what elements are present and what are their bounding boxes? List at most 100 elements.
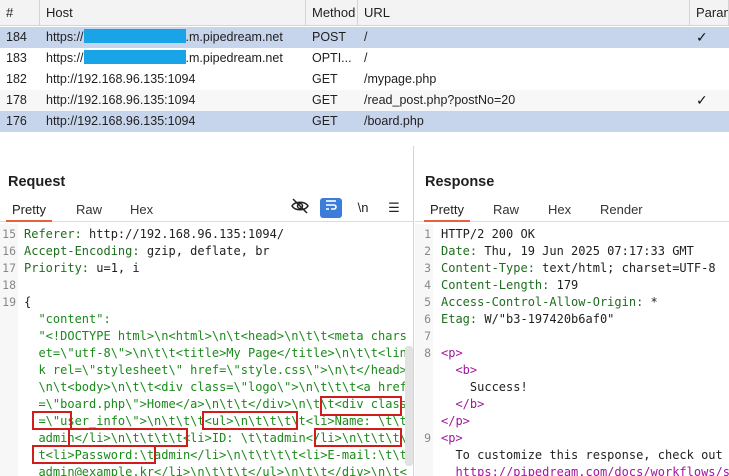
code-line: Referer: http://192.168.96.135:1094/ [24,227,285,241]
line-number: 1 [424,227,431,241]
tab-raw[interactable]: Raw [487,202,525,222]
row-params: ✓ [690,27,729,48]
line-number [0,362,16,379]
row-url: / [364,30,368,44]
code-line: To customize this response, check out ou [441,448,729,462]
line-number [0,430,16,447]
line-number [415,362,431,379]
column-header-params[interactable]: Params [690,0,729,26]
row-url: /mypage.php [364,72,437,86]
row-host: https://.m.pipedream.net [46,29,283,44]
highlight-email-value [32,445,156,464]
code-line: Access-Control-Allow-Origin: * [441,295,658,309]
highlight-id [202,411,298,430]
line-number [415,447,431,464]
code-line: <p> [441,346,463,360]
code-line: <p> [441,431,463,445]
code-line: HTTP/2 200 OK [441,227,535,241]
line-number [0,328,16,345]
line-number: 8 [424,346,431,360]
line-number: 7 [424,329,431,343]
code-line: "<!DOCTYPE html>\n<html>\n\t<head>\n\t\t… [24,329,407,343]
row-id: 176 [6,114,27,128]
eye-off-icon[interactable] [289,198,311,218]
row-id: 183 [6,51,27,65]
row-id: 178 [6,93,27,107]
request-editor[interactable]: 15 Referer: http://192.168.96.135:1094/16… [0,224,413,476]
code-line: Date: Thu, 19 Jun 2025 07:17:33 GMT [441,244,694,258]
code-line: </p> [441,414,470,428]
table-row[interactable]: 176 http://192.168.96.135:1094 GET /boar… [0,111,729,132]
row-method: GET [312,72,338,86]
line-number [415,396,431,413]
code-line: k rel=\"stylesheet\" href=\"style.css\">… [24,363,407,377]
tab-render[interactable]: Render [594,202,649,222]
row-url: /read_post.php?postNo=20 [364,93,516,107]
request-title: Request [8,174,66,190]
check-icon: ✓ [696,92,708,108]
row-method: GET [312,93,338,107]
row-params: ✓ [690,90,729,111]
line-number [0,464,16,476]
table-row[interactable]: 182 http://192.168.96.135:1094 GET /mypa… [0,69,729,90]
tab-pretty[interactable]: Pretty [424,202,470,222]
line-number [0,345,16,362]
highlight-email [314,428,402,447]
code-line: et=\"utf-8\">\n\t\t<title>My Page</title… [24,346,407,360]
column-header-method[interactable]: Method [306,0,358,26]
column-header-url[interactable]: URL [358,0,690,26]
row-host: http://192.168.96.135:1094 [46,93,196,107]
row-params [690,69,729,90]
line-number [0,379,16,396]
line-number: 6 [424,312,431,326]
row-id: 184 [6,30,27,44]
response-tabs: Pretty Raw Hex Render [415,200,729,222]
row-host: http://192.168.96.135:1094 [46,72,196,86]
line-number: 9 [424,431,431,445]
line-number [0,413,16,430]
text-wrap-icon[interactable] [320,198,342,218]
scrollbar-thumb[interactable] [405,346,413,466]
code-line: https://pipedream.com/docs/workflows/ste [441,465,729,476]
table-row[interactable]: 183 https://.m.pipedream.net OPTI... / [0,48,729,69]
line-number [415,464,431,476]
line-number: 3 [424,261,431,275]
tab-raw[interactable]: Raw [70,202,108,222]
line-number [415,413,431,430]
newline-toggle[interactable]: \n [352,198,374,218]
menu-icon[interactable]: ☰ [383,198,405,218]
table-row[interactable]: 184 https://.m.pipedream.net POST / ✓ [0,27,729,48]
code-line: Content-Type: text/html; charset=UTF-8 [441,261,716,275]
redacted-block [83,29,186,43]
line-number: 5 [424,295,431,309]
line-number: 4 [424,278,431,292]
code-line: admin@example.kr</li>\n\t\t\t</ul>\n\t\t… [24,465,407,476]
code-line: { [24,295,32,309]
row-method: OPTI... [312,51,352,65]
line-number [0,311,16,328]
line-number [0,396,16,413]
column-header-id[interactable]: # [0,0,40,26]
row-url: /board.php [364,114,424,128]
row-params [690,111,729,132]
tab-hex[interactable]: Hex [124,202,159,222]
code-line: Success! [441,380,528,394]
response-editor[interactable]: 1 HTTP/2 200 OK 2 Date: Thu, 19 Jun 2025 07… [415,224,729,476]
row-params [690,48,729,69]
column-header-host[interactable]: Host [40,0,306,26]
check-icon: ✓ [696,29,708,45]
tab-hex[interactable]: Hex [542,202,577,222]
row-url: / [364,51,368,65]
row-id: 182 [6,72,27,86]
redacted-block [83,50,186,64]
code-line: Priority: u=1, i [24,261,140,275]
row-host: https://.m.pipedream.net [46,50,283,65]
tab-pretty[interactable]: Pretty [6,202,52,222]
line-number: 18 [2,278,16,292]
row-host: http://192.168.96.135:1094 [46,114,196,128]
line-number: 16 [2,244,16,258]
response-title: Response [425,174,495,190]
table-row[interactable]: 178 http://192.168.96.135:1094 GET /read… [0,90,729,111]
highlight-name [320,396,402,416]
code-line: Accept-Encoding: gzip, deflate, br [24,244,270,258]
